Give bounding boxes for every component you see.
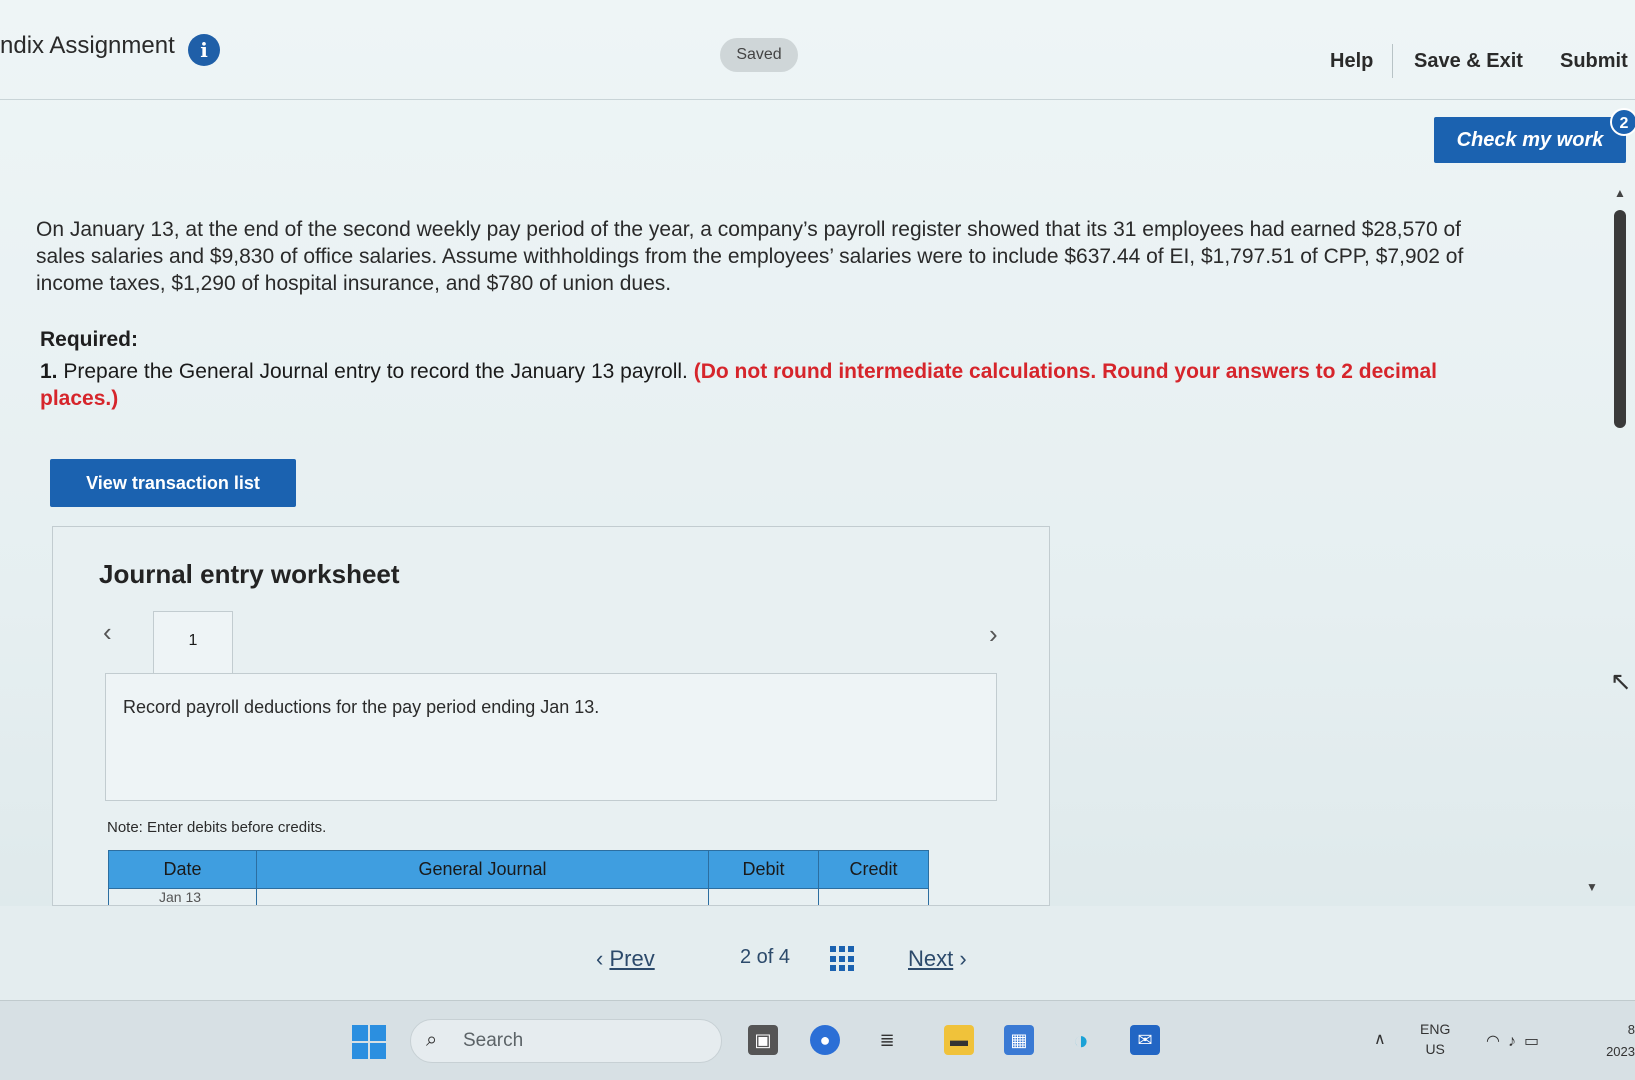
file-explorer-icon[interactable]: ▬: [944, 1025, 974, 1055]
check-my-work-button[interactable]: Check my work: [1434, 117, 1626, 163]
windows-taskbar: Search ⌕ ▣ ● ≣ ▬ ▦ ◑ ✉ ∧ ENG US ◠♪▭ 8 20…: [0, 1000, 1635, 1080]
bottom-navigation: ‹ Prev 2 of 4 Next ›: [0, 906, 1635, 1000]
worksheet-tab-1[interactable]: 1: [153, 611, 233, 675]
column-header-date: Date: [108, 850, 257, 889]
scrollbar-thumb[interactable]: [1614, 210, 1626, 428]
requirement-text: Prepare the General Journal entry to rec…: [63, 360, 688, 383]
requirement-1: 1. Prepare the General Journal entry to …: [40, 358, 1460, 412]
header-divider: [1392, 44, 1393, 78]
info-icon[interactable]: i: [188, 34, 220, 66]
chevron-right-icon: ›: [953, 946, 967, 971]
chevron-left-icon[interactable]: ‹: [103, 617, 112, 648]
battery-icon[interactable]: ▭: [1524, 1033, 1547, 1050]
worksheet-note: Note: Enter debits before credits.: [107, 819, 327, 836]
debit-cell[interactable]: [708, 888, 819, 905]
windows-start-icon[interactable]: [352, 1025, 386, 1059]
chat-app-icon[interactable]: ●: [810, 1025, 840, 1055]
question-text: On January 13, at the end of the second …: [36, 218, 1464, 295]
next-label: Next: [908, 946, 954, 971]
worksheet-description-box: [105, 673, 997, 801]
region-code: US: [1425, 1041, 1445, 1057]
submit-link[interactable]: Submit: [1560, 50, 1628, 73]
widget-app-icon[interactable]: ≣: [872, 1025, 902, 1055]
journal-table: Date General Journal Debit Credit Jan 13: [108, 850, 929, 905]
account-cell[interactable]: [256, 888, 709, 905]
column-header-credit: Credit: [818, 850, 929, 889]
chevron-up-icon[interactable]: ∧: [1374, 1029, 1386, 1049]
next-button[interactable]: Next ›: [908, 946, 967, 972]
mail-app-icon[interactable]: ✉: [1130, 1025, 1160, 1055]
wifi-icon[interactable]: ◠: [1486, 1033, 1508, 1050]
page: ndix Assignment i Saved Help Save & Exit…: [0, 0, 1635, 1000]
mouse-cursor-icon: ↖: [1610, 666, 1632, 696]
prev-label: Prev: [609, 946, 655, 971]
prev-button[interactable]: ‹ Prev: [596, 946, 655, 972]
column-header-debit: Debit: [708, 850, 819, 889]
saved-status-badge: Saved: [720, 38, 798, 72]
search-icon: ⌕: [426, 1029, 438, 1051]
clock-year: 2023: [1606, 1044, 1635, 1059]
worksheet-description: Record payroll deductions for the pay pe…: [123, 697, 600, 717]
assignment-title: ndix Assignment: [0, 32, 175, 59]
page-indicator: 2 of 4: [740, 946, 791, 968]
edge-browser-icon[interactable]: ◑: [1066, 1025, 1096, 1055]
volume-icon[interactable]: ♪: [1508, 1033, 1524, 1050]
chevron-right-icon[interactable]: ›: [989, 619, 998, 650]
required-heading: Required:: [40, 328, 139, 351]
help-link[interactable]: Help: [1330, 50, 1373, 73]
scroll-down-arrow-icon[interactable]: ▼: [1586, 880, 1598, 894]
journal-entry-worksheet: Journal entry worksheet ‹ 1 › Record pay…: [52, 526, 1050, 906]
date-cell[interactable]: Jan 13: [108, 888, 257, 905]
clock-time: 8: [1627, 1022, 1635, 1037]
language-indicator[interactable]: ENG US: [1420, 1019, 1450, 1059]
question-grid-icon[interactable]: [830, 946, 856, 972]
table-row: Jan 13: [108, 888, 929, 905]
chevron-left-icon: ‹: [596, 946, 610, 971]
task-view-icon[interactable]: ▣: [748, 1025, 778, 1055]
view-transaction-list-button[interactable]: View transaction list: [50, 459, 296, 507]
clock[interactable]: 8 2023: [1598, 1019, 1635, 1063]
save-exit-link[interactable]: Save & Exit: [1414, 50, 1523, 73]
scroll-up-arrow-icon[interactable]: ▲: [1614, 186, 1626, 200]
credit-cell[interactable]: [818, 888, 929, 905]
column-header-general-journal: General Journal: [256, 850, 709, 889]
language-code: ENG: [1420, 1021, 1451, 1037]
check-attempts-badge: 2: [1610, 108, 1635, 136]
taskbar-search-input[interactable]: Search: [410, 1019, 722, 1063]
system-tray-icons[interactable]: ◠♪▭: [1486, 1031, 1547, 1051]
requirement-number: 1.: [40, 360, 58, 383]
store-app-icon[interactable]: ▦: [1004, 1025, 1034, 1055]
header-bar: [0, 18, 1635, 100]
worksheet-title: Journal entry worksheet: [99, 559, 400, 589]
